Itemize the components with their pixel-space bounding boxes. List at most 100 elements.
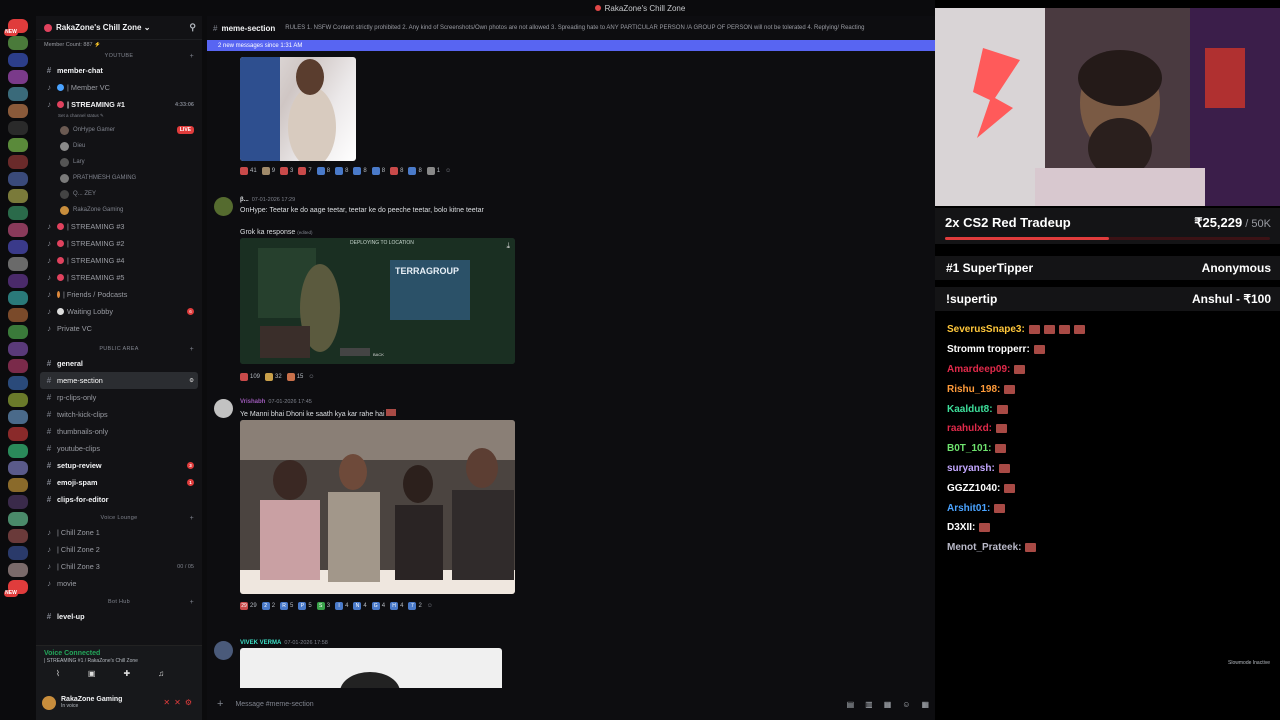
add-reaction-icon[interactable]: ☺	[427, 603, 433, 609]
voice-user[interactable]: RakaZone Gaming	[36, 202, 202, 218]
gif-icon[interactable]: ▥	[865, 700, 873, 709]
voice-user[interactable]: PRATHMESH GAMING	[36, 170, 202, 186]
server-icon[interactable]	[8, 325, 28, 339]
attachment-video[interactable]: DEPLOYING TO LOCATION TERRAGROUP BACK ⤓	[240, 238, 515, 364]
reaction[interactable]: 8	[408, 167, 422, 175]
server-icon[interactable]	[8, 495, 28, 509]
channel-list[interactable]: Member Count: 887 ⚡ YOUTUBE + # member-cha…	[36, 40, 202, 645]
channel-streaming-5[interactable]: ♪ | STREAMING #5	[36, 269, 202, 286]
server-icon[interactable]	[8, 291, 28, 305]
reaction[interactable]: S3	[316, 602, 330, 610]
attach-plus-icon[interactable]: +	[217, 698, 223, 710]
reaction[interactable]: 22	[261, 602, 275, 610]
voice-channel-label[interactable]: | STREAMING #1 / RakaZone's Chill Zone	[44, 658, 194, 664]
reaction[interactable]: 8	[353, 167, 367, 175]
channel-member-chat[interactable]: # member-chat	[36, 62, 202, 79]
server-icon[interactable]: NEW	[4, 580, 28, 597]
reaction[interactable]: 109	[240, 373, 260, 381]
voice-user[interactable]: Dieu	[36, 138, 202, 154]
category-voice-lounge[interactable]: Voice Lounge +	[36, 512, 202, 524]
channel-chill-zone-3[interactable]: ♪ | Chill Zone 3 00 / 05	[36, 558, 202, 575]
server-icon[interactable]	[8, 427, 28, 441]
avatar[interactable]	[42, 695, 56, 710]
attachment-image[interactable]	[240, 648, 502, 688]
channel-topic[interactable]: RULES 1. NSFW Content strictly prohibite…	[285, 25, 864, 31]
server-icon[interactable]	[8, 529, 28, 543]
server-icon[interactable]	[8, 546, 28, 560]
voice-user[interactable]: Q... ZEY	[36, 186, 202, 202]
noise-suppression-icon[interactable]: ⌇	[56, 669, 60, 678]
channel-setup-review[interactable]: # setup-review 3	[36, 457, 202, 474]
reaction[interactable]: 8	[371, 167, 385, 175]
channel-emoji-spam[interactable]: # emoji-spam 1	[36, 474, 202, 491]
server-icon[interactable]	[8, 444, 28, 458]
server-icon[interactable]	[8, 257, 28, 271]
server-icon[interactable]	[8, 36, 28, 50]
apps-icon[interactable]: ▦	[921, 700, 929, 709]
attachment-image[interactable]	[240, 420, 515, 594]
reaction[interactable]: 41	[240, 167, 257, 175]
reaction[interactable]: G4	[371, 602, 385, 610]
guild-header[interactable]: RakaZone's Chill Zone ⌄ ⚲	[36, 16, 202, 40]
activities-icon[interactable]: ✚	[123, 669, 130, 678]
reaction[interactable]: I4	[335, 602, 348, 610]
gift-icon[interactable]: ▤	[847, 700, 855, 709]
add-reaction-icon[interactable]: ☺	[445, 168, 451, 174]
server-icon[interactable]	[8, 410, 28, 424]
set-channel-status[interactable]: Set a channel status ✎	[36, 113, 202, 122]
server-icon[interactable]	[8, 478, 28, 492]
reaction[interactable]: 15	[286, 373, 303, 381]
reaction[interactable]: 8	[335, 167, 348, 175]
reaction[interactable]: 29 29	[240, 602, 257, 610]
channel-twitch-kick-clips[interactable]: # twitch-kick-clips	[36, 406, 202, 423]
server-icon[interactable]	[8, 308, 28, 322]
voice-user[interactable]: Lary	[36, 154, 202, 170]
server-icon[interactable]	[8, 121, 28, 135]
reaction[interactable]: 9	[261, 167, 275, 175]
message-input[interactable]: Message #meme-section	[235, 701, 313, 708]
server-icon[interactable]	[8, 274, 28, 288]
server-icon[interactable]	[8, 563, 28, 577]
add-reaction-icon[interactable]: ☺	[308, 374, 314, 380]
channel-friends-podcasts[interactable]: ♪ | Friends / Podcasts	[36, 286, 202, 303]
channel-movie[interactable]: ♪ movie	[36, 575, 202, 592]
server-icon[interactable]	[8, 206, 28, 220]
channel-general[interactable]: # general	[36, 355, 202, 372]
server-icon[interactable]	[8, 104, 28, 118]
download-icon[interactable]: ⤓	[506, 241, 510, 251]
reaction[interactable]: H4	[390, 602, 403, 610]
sticker-icon[interactable]: ▦	[884, 700, 892, 709]
reaction[interactable]: P5	[298, 602, 312, 610]
server-icon[interactable]	[8, 155, 28, 169]
server-icon[interactable]	[8, 376, 28, 390]
server-icon[interactable]	[8, 70, 28, 84]
channel-level-up[interactable]: # level-up	[36, 608, 202, 625]
avatar[interactable]	[214, 641, 233, 660]
server-icon[interactable]	[8, 138, 28, 152]
channel-meme-section[interactable]: # meme-section ⚙	[40, 372, 198, 389]
add-channel-icon[interactable]: +	[190, 53, 194, 60]
message-list[interactable]: 41 9 3 7 8 8 8 8 8 8 1 ☺ β... 07-01-2026 17:29 OnHy…	[207, 51, 935, 688]
server-icon[interactable]	[8, 240, 28, 254]
channel-streaming-3[interactable]: ♪ | STREAMING #3	[36, 218, 202, 235]
channel-waiting-lobby[interactable]: ♪ Waiting Lobby 6	[36, 303, 202, 320]
channel-thumbnails-only[interactable]: # thumbnails-only	[36, 423, 202, 440]
new-messages-bar[interactable]: 2 new messages since 1:31 AM	[207, 40, 935, 51]
emoji-icon[interactable]: ☺	[902, 700, 910, 709]
server-icon[interactable]	[8, 393, 28, 407]
channel-member-vc[interactable]: ♪ | Member VC	[36, 79, 202, 96]
channel-streaming-1[interactable]: ♪ | STREAMING #1 4:33:06	[36, 96, 202, 113]
reaction[interactable]: 72	[408, 602, 422, 610]
channel-chill-zone-1[interactable]: ♪ | Chill Zone 1	[36, 524, 202, 541]
reaction[interactable]: 1	[426, 167, 440, 175]
channel-clips-for-editor[interactable]: # clips-for-editor	[36, 491, 202, 508]
reaction[interactable]: 32	[265, 373, 282, 381]
server-icon[interactable]	[8, 359, 28, 373]
server-icon[interactable]: NEW	[4, 19, 28, 36]
attachment-image[interactable]	[240, 57, 356, 161]
channel-rp-clips-only[interactable]: # rp-clips-only	[36, 389, 202, 406]
add-channel-icon[interactable]: +	[190, 599, 194, 606]
channel-streaming-4[interactable]: ♪ | STREAMING #4	[36, 252, 202, 269]
category-public-area[interactable]: PUBLIC AREA +	[36, 343, 202, 355]
channel-streaming-2[interactable]: ♪ | STREAMING #2	[36, 235, 202, 252]
